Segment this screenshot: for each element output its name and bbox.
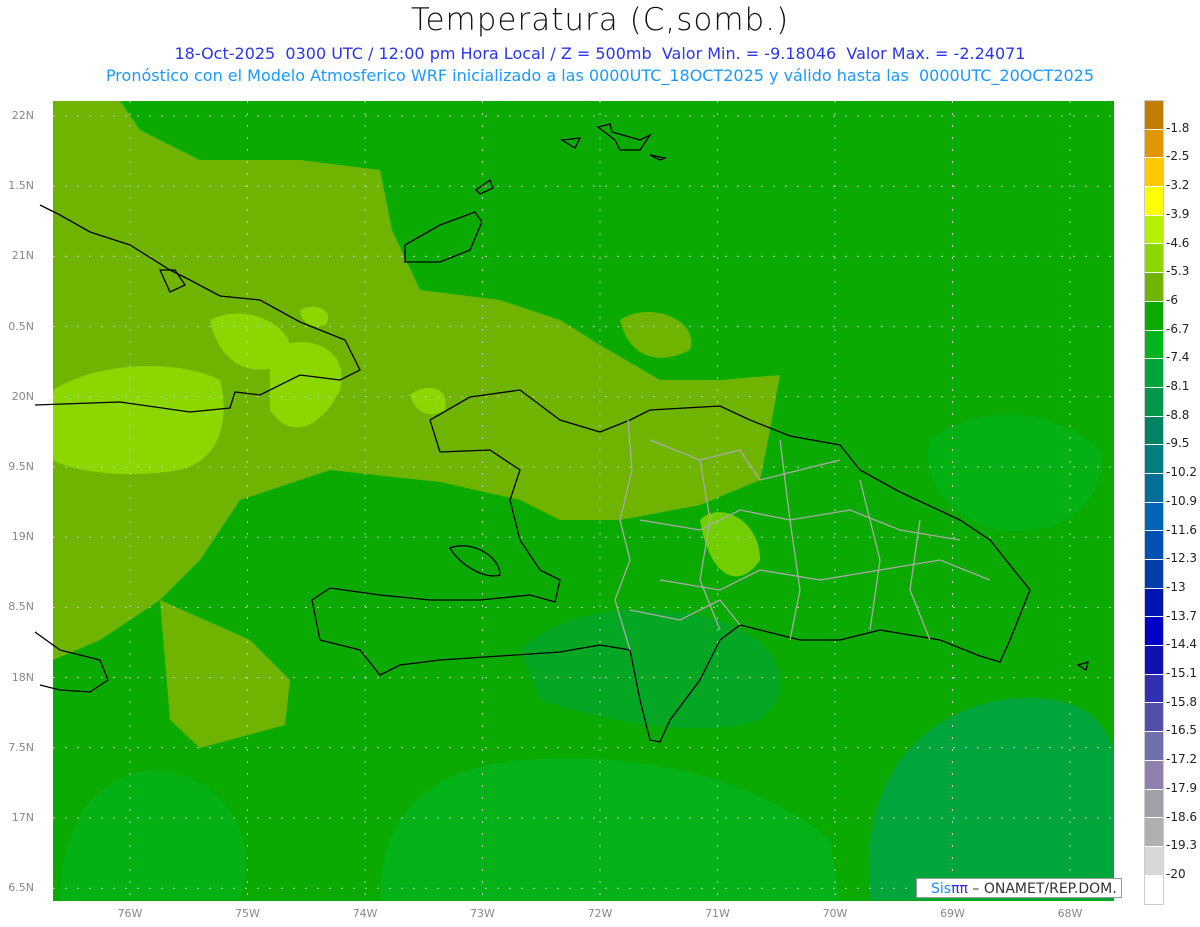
colorbar-bin [1145,875,1163,905]
colorbar [1144,100,1164,906]
colorbar-bin [1145,646,1163,675]
temperature-map [34,101,1114,901]
colorbar-label: -5.3 [1166,264,1190,279]
colorbar-bin [1145,330,1163,360]
colorbar-bin [1145,732,1163,761]
lon-label: 74W [352,907,378,920]
colorbar-label: -3.2 [1166,178,1190,193]
colorbar-label: -12.3 [1166,551,1198,566]
colorbar-label: -10.9 [1166,493,1198,508]
credit-pi-logo: ππ [951,881,968,897]
colorbar-label: -14.4 [1166,637,1198,652]
colorbar-label: -2.5 [1166,149,1190,164]
colorbar-bin [1145,617,1163,647]
colorbar-bin [1145,588,1163,618]
lon-label: 68W [1057,907,1083,920]
credit-org: – ONAMET/REP.DOM. [967,881,1117,897]
colorbar-label: -1.8 [1166,120,1190,135]
colorbar-label: -9.5 [1166,436,1190,451]
lat-label: 22N [11,109,34,122]
colorbar-bin [1145,789,1163,819]
colorbar-bin [1145,101,1163,130]
lon-label: 72W [587,907,613,920]
colorbar-label: -8.1 [1166,379,1190,393]
colorbar-label: -19.3 [1166,838,1198,853]
colorbar-bin [1145,531,1163,560]
lon-label: 76W [117,907,143,920]
lat-label: 18N [11,670,34,684]
colorbar-bin [1145,674,1163,704]
credit-box: Sisππ – ONAMET/REP.DOM. [916,878,1122,898]
colorbar-bin [1145,158,1163,188]
colorbar-bin [1145,502,1163,532]
colorbar-label: -17.2 [1166,752,1198,767]
colorbar-label: -4.6 [1166,235,1190,250]
lon-label: 75W [235,907,260,920]
colorbar-label: -13.7 [1166,608,1198,623]
colorbar-bin [1145,244,1163,274]
colorbar-label: -15.8 [1166,694,1198,709]
colorbar-bin [1145,416,1163,446]
colorbar-label: -20 [1166,866,1186,881]
lon-label: 71W [705,907,730,920]
colorbar-bin [1145,359,1163,388]
colorbar-label: -7.4 [1166,350,1190,365]
colorbar-bin [1145,187,1163,216]
colorbar-label: -18.6 [1166,809,1198,824]
lat-label: 19N [11,530,34,544]
colorbar-label: -6 [1166,292,1178,307]
credit-sis: Sis [931,881,952,897]
colorbar-bin [1145,445,1163,474]
colorbar-bin [1145,760,1163,790]
colorbar-bin [1145,846,1163,876]
colorbar-bin [1145,473,1163,503]
colorbar-bin [1145,387,1163,417]
lat-label: 7.5N [8,740,34,754]
colorbar-label: -8.8 [1166,407,1190,422]
colorbar-label: -6.7 [1166,321,1190,336]
lat-label: 9.5N [8,460,34,473]
colorbar-label: -3.9 [1166,206,1190,221]
colorbar-label: -15.1 [1166,666,1198,680]
lat-label: 8.5N [8,600,34,614]
colorbar-bin [1145,560,1163,589]
lon-label: 69W [940,907,965,920]
lat-label: 21N [11,249,34,263]
colorbar-label: -13 [1166,579,1186,594]
lat-label: 1.5N [8,179,34,193]
lat-label: 0.5N [8,319,34,333]
colorbar-bin [1145,818,1163,847]
colorbar-bin [1145,215,1163,245]
colorbar-bin [1145,273,1163,302]
colorbar-label: -11.6 [1166,522,1198,537]
lat-label: 6.5N [8,881,34,895]
colorbar-label: -16.5 [1166,723,1198,738]
lat-label: 20N [11,389,34,403]
colorbar-bin [1145,703,1163,733]
colorbar-label: -10.2 [1166,465,1198,480]
colorbar-label: -17.9 [1166,780,1198,795]
lon-label: 70W [822,907,848,920]
colorbar-bin [1145,129,1163,159]
lon-label: 73W [470,907,495,920]
colorbar-bin [1145,301,1163,331]
lat-label: 17N [11,811,34,824]
